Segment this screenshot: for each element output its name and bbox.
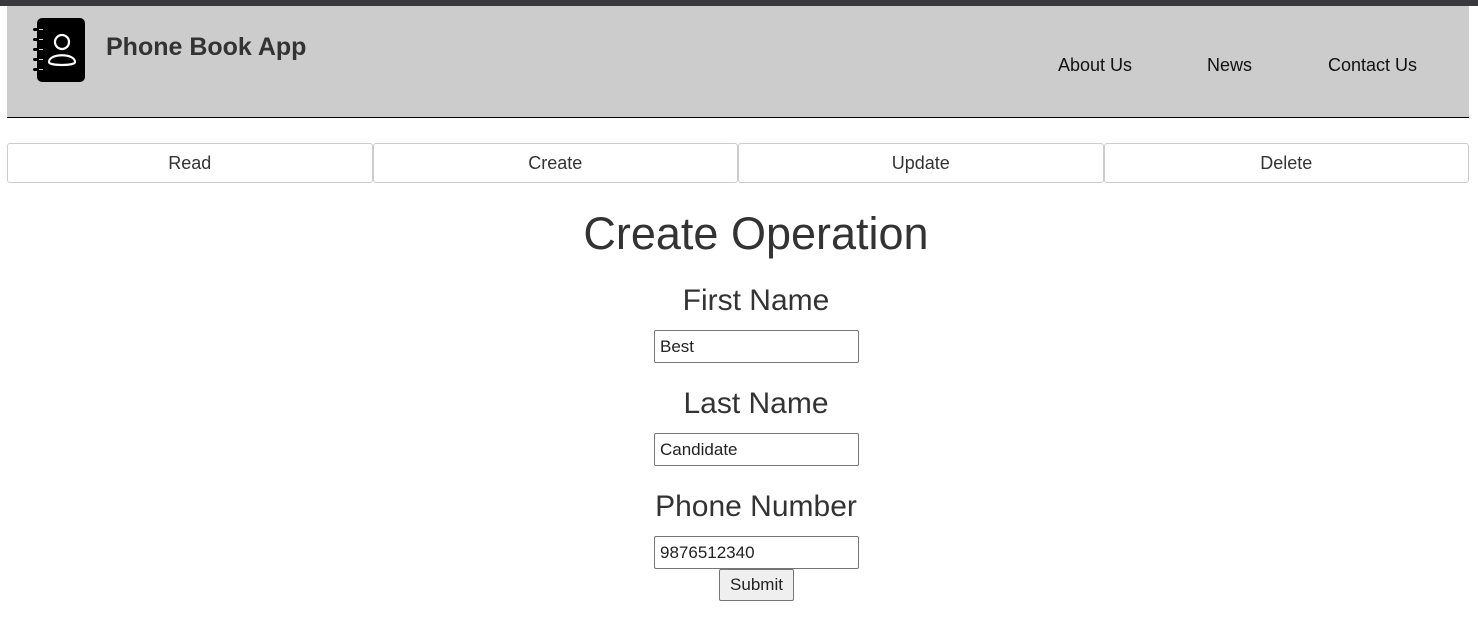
phone-number-label: Phone Number [655, 490, 857, 523]
nav-about-us[interactable]: About Us [1058, 55, 1132, 76]
app-title: Phone Book App [106, 33, 307, 61]
first-name-field[interactable] [654, 330, 859, 363]
tab-update[interactable]: Update [738, 143, 1104, 183]
nav-news[interactable]: News [1207, 55, 1252, 76]
nav-contact-us[interactable]: Contact Us [1328, 55, 1417, 76]
last-name-field[interactable] [654, 433, 859, 466]
tab-create[interactable]: Create [372, 143, 738, 183]
submit-button[interactable]: Submit [719, 569, 794, 601]
app-header: Phone Book App About Us News Contact Us [7, 6, 1469, 118]
operation-tabs: Read Create Update Delete [7, 143, 1469, 185]
page-title: Create Operation [583, 208, 929, 259]
tab-read[interactable]: Read [7, 143, 373, 183]
last-name-label: Last Name [683, 387, 829, 420]
first-name-label: First Name [682, 284, 830, 317]
phone-book-icon [33, 18, 85, 82]
tab-delete[interactable]: Delete [1103, 143, 1469, 183]
phone-number-field[interactable] [654, 536, 859, 569]
